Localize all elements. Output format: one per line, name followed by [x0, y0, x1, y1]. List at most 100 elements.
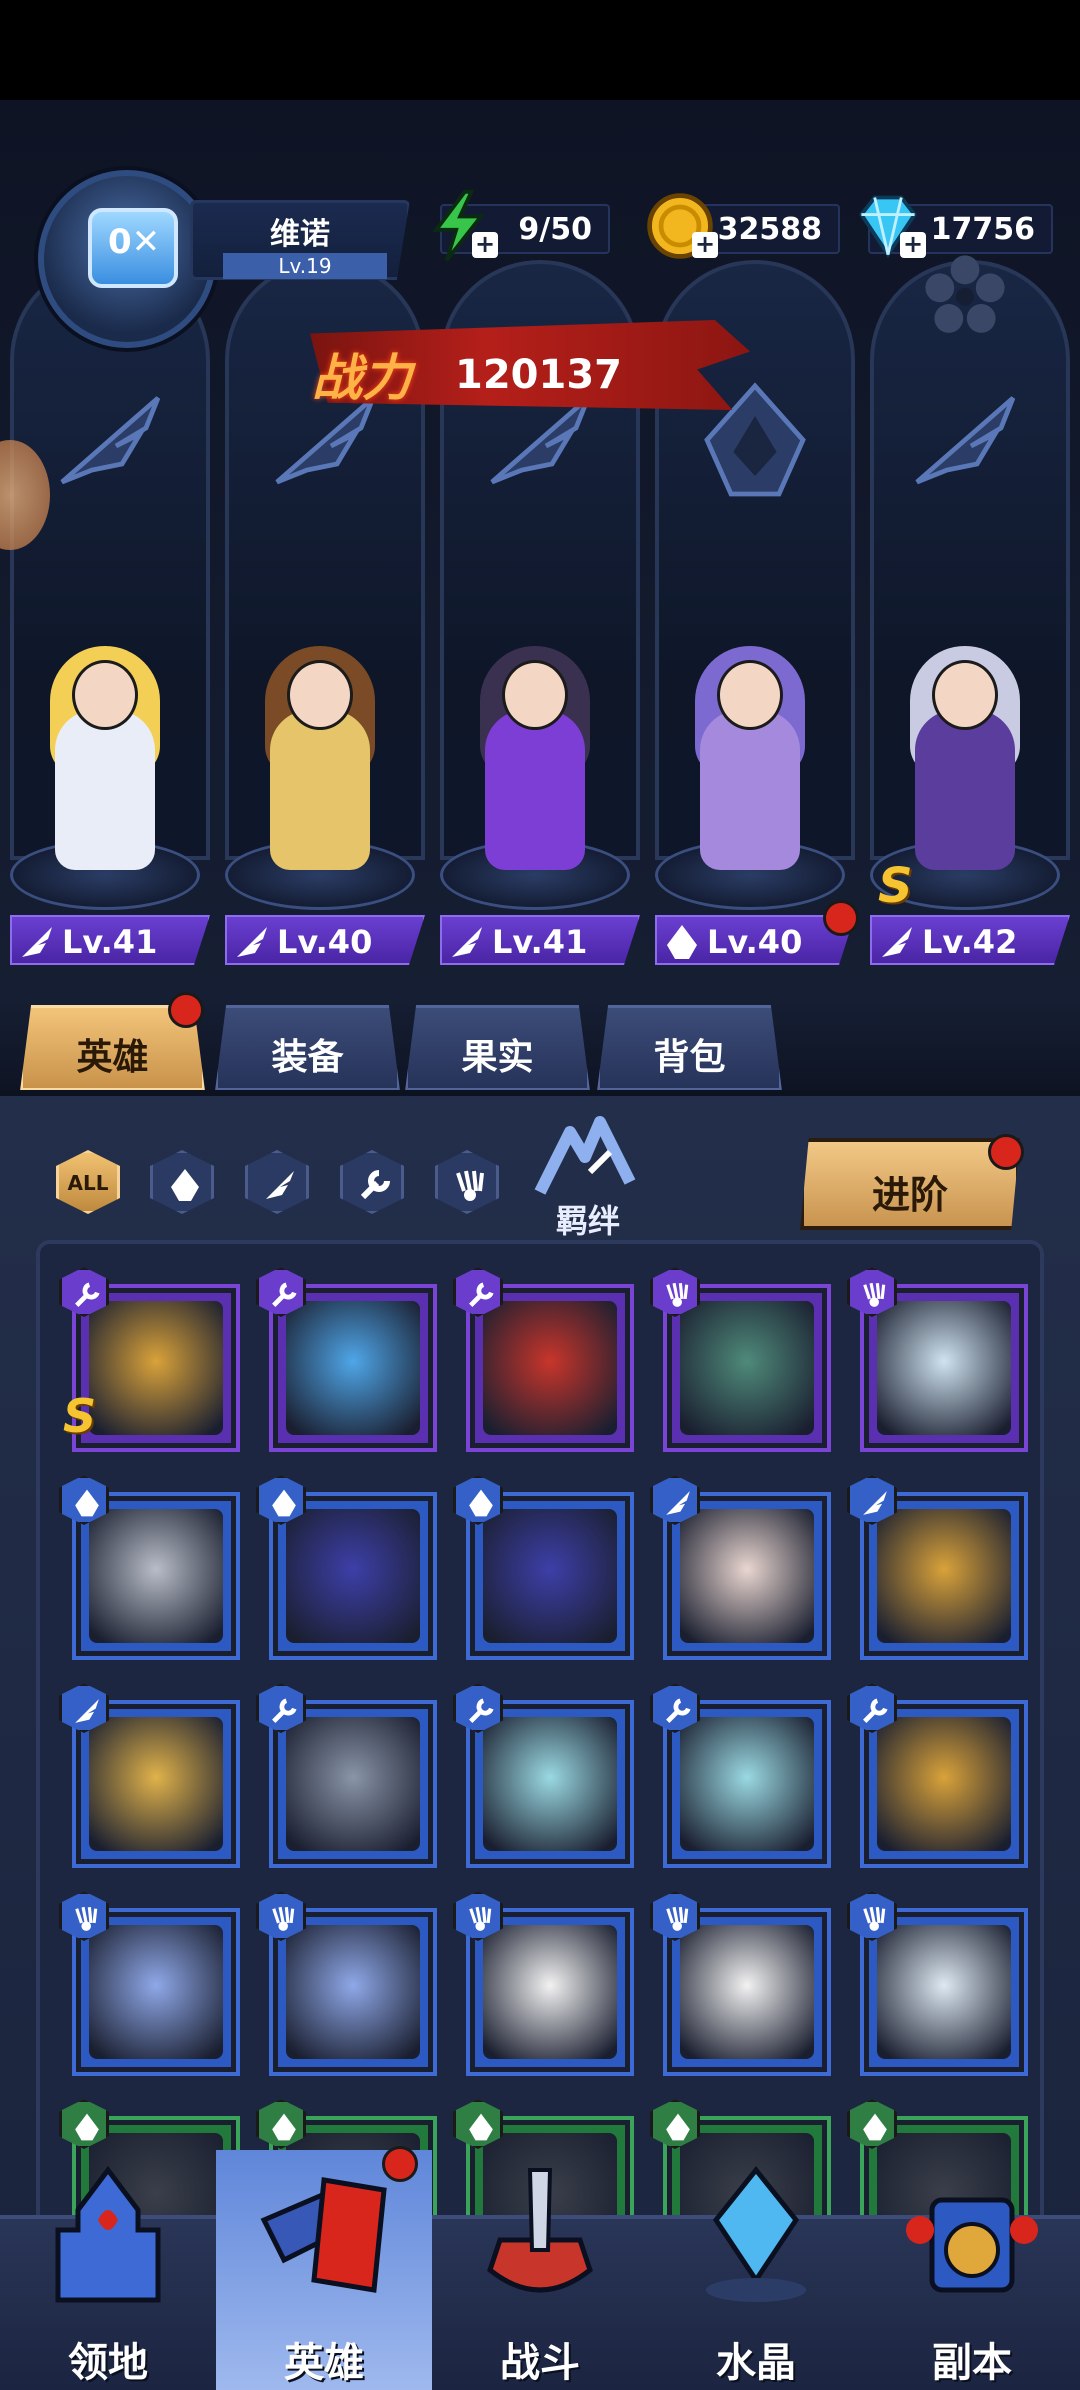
nav-battle[interactable]: 战斗	[432, 2150, 648, 2390]
hero-portrait	[89, 1717, 223, 1851]
lineup-hero[interactable]	[655, 640, 845, 880]
hero-card[interactable]	[847, 1475, 1028, 1660]
diamond-counter[interactable]: + 17756	[859, 195, 1053, 258]
nav-territory[interactable]: 领地	[0, 2150, 216, 2390]
hero-card[interactable]	[256, 1267, 437, 1452]
add-diamond-button[interactable]: +	[900, 232, 926, 258]
tab-label: 英雄	[76, 1037, 149, 1078]
hero-card[interactable]	[453, 1891, 634, 2076]
player-name-plate[interactable]: 维诺 Lv.19	[190, 200, 410, 280]
bond-icon[interactable]	[530, 1112, 640, 1202]
hero-portrait	[680, 1509, 814, 1643]
hero-portrait	[89, 1925, 223, 2059]
hero-card[interactable]	[650, 1267, 831, 1452]
tab-label: 果实	[461, 1037, 534, 1078]
hero-portrait	[877, 1717, 1011, 1851]
wrench-icon	[75, 1282, 100, 1307]
crystal-icon	[706, 2165, 806, 2302]
castle-icon	[55, 2165, 161, 2303]
hero-card[interactable]	[650, 1683, 831, 1868]
energy-value: 9/50	[518, 212, 592, 247]
nav-dungeon[interactable]: 副本	[864, 2150, 1080, 2390]
hero-portrait	[680, 1717, 814, 1851]
hood-icon	[469, 1489, 493, 1517]
wing-icon	[863, 1491, 887, 1515]
settings-flower-icon[interactable]	[920, 250, 1010, 340]
wrench-icon	[469, 1282, 494, 1307]
hero-portrait	[286, 1925, 420, 2059]
claw-icon	[75, 1906, 98, 1931]
hero-card[interactable]	[847, 1267, 1028, 1452]
player-name: 维诺	[270, 217, 330, 252]
energy-counter[interactable]: + 9/50	[432, 189, 610, 262]
hero-rank: S	[63, 1389, 97, 1443]
status-bar-area	[0, 0, 1080, 100]
hero-card[interactable]	[59, 1891, 240, 2076]
gold-counter[interactable]: + 32588	[647, 193, 840, 259]
hero-card[interactable]	[453, 1683, 634, 1868]
hero-card[interactable]	[59, 1475, 240, 1660]
tab-equipment[interactable]: 装备	[215, 1005, 400, 1091]
wing-icon	[452, 927, 482, 957]
hero-level-badge: Lv.40	[225, 915, 425, 965]
hero-card[interactable]	[256, 1475, 437, 1660]
battle-icon	[487, 2168, 593, 2293]
tab-backpack[interactable]: 背包	[597, 1005, 782, 1091]
add-gold-button[interactable]: +	[692, 232, 718, 258]
nav-crystal[interactable]: 水晶	[648, 2150, 864, 2390]
hero-card[interactable]	[256, 1683, 437, 1868]
claw-icon	[863, 1282, 886, 1307]
claw-icon	[863, 1906, 886, 1931]
hero-card[interactable]	[453, 1475, 634, 1660]
hero-flag-icon	[260, 2177, 387, 2293]
advance-label: 进阶	[871, 1173, 948, 1217]
hero-portrait	[680, 1301, 814, 1435]
add-energy-button[interactable]: +	[472, 232, 498, 258]
nav-label: 领地	[68, 2340, 148, 2386]
notification-dot	[168, 992, 204, 1028]
hood-icon	[171, 1169, 199, 1201]
nav-label: 英雄	[284, 2340, 364, 2386]
advance-button[interactable]: 进阶	[800, 1138, 1020, 1230]
hero-card[interactable]	[59, 1683, 240, 1868]
hood-icon	[469, 2113, 493, 2141]
hero-card[interactable]	[847, 1891, 1028, 2076]
hero-portrait	[483, 1509, 617, 1643]
tab-label: 背包	[653, 1037, 726, 1078]
hero-card[interactable]: S	[59, 1267, 240, 1452]
lineup-hero[interactable]	[440, 640, 630, 880]
hero-card[interactable]	[650, 1475, 831, 1660]
hero-portrait	[483, 1717, 617, 1851]
hero-rank: S	[878, 858, 913, 914]
player-avatar[interactable]: 0✕	[38, 170, 216, 348]
hero-head	[932, 660, 998, 730]
wing-icon	[22, 927, 52, 957]
hero-card[interactable]	[453, 1267, 634, 1452]
hero-card[interactable]	[847, 1683, 1028, 1868]
wing-icon	[666, 1491, 690, 1515]
hero-card[interactable]	[650, 1891, 831, 2076]
hero-body	[700, 710, 800, 870]
hero-portrait	[89, 1301, 223, 1435]
bond-label[interactable]: 羁绊	[556, 1196, 620, 1242]
hero-level-badge: Lv.42	[870, 915, 1070, 965]
hood-icon	[272, 2113, 296, 2141]
player-level: Lv.19	[223, 253, 387, 279]
lineup-hero[interactable]	[225, 640, 415, 880]
hero-level-badge: Lv.41	[10, 915, 210, 965]
tab-fruit[interactable]: 果实	[405, 1005, 590, 1091]
wrench-icon	[272, 1698, 297, 1723]
hero-portrait	[89, 1509, 223, 1643]
wing-icon	[237, 927, 267, 957]
hero-portrait	[286, 1717, 420, 1851]
gold-value: 32588	[717, 212, 822, 247]
hero-card[interactable]	[256, 1891, 437, 2076]
hero-body	[915, 710, 1015, 870]
hero-level: Lv.40	[707, 923, 803, 961]
hero-level: Lv.40	[277, 923, 373, 961]
lineup-hero[interactable]	[10, 640, 200, 880]
lineup-hero[interactable]	[870, 640, 1060, 880]
nav-label: 战斗	[500, 2340, 580, 2386]
nav-label: 水晶	[716, 2340, 796, 2386]
nav-heroes[interactable]: 英雄	[216, 2150, 432, 2390]
